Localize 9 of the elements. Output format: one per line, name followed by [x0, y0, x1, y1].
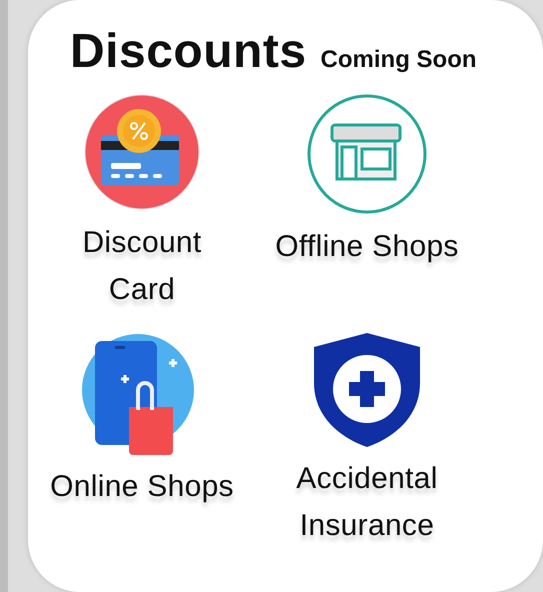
store-icon	[306, 93, 428, 215]
section-title: Discounts	[70, 24, 307, 79]
category-label[interactable]: Discount Card	[47, 219, 237, 313]
category-label[interactable]: Accidental Insurance	[272, 455, 462, 549]
discount-card-icon	[83, 93, 201, 211]
coming-soon-label: Coming Soon	[320, 46, 477, 74]
category-label[interactable]: Offline Shops	[275, 223, 459, 270]
category-label[interactable]: Online Shops	[50, 463, 234, 510]
shield-cross-icon	[314, 333, 420, 447]
